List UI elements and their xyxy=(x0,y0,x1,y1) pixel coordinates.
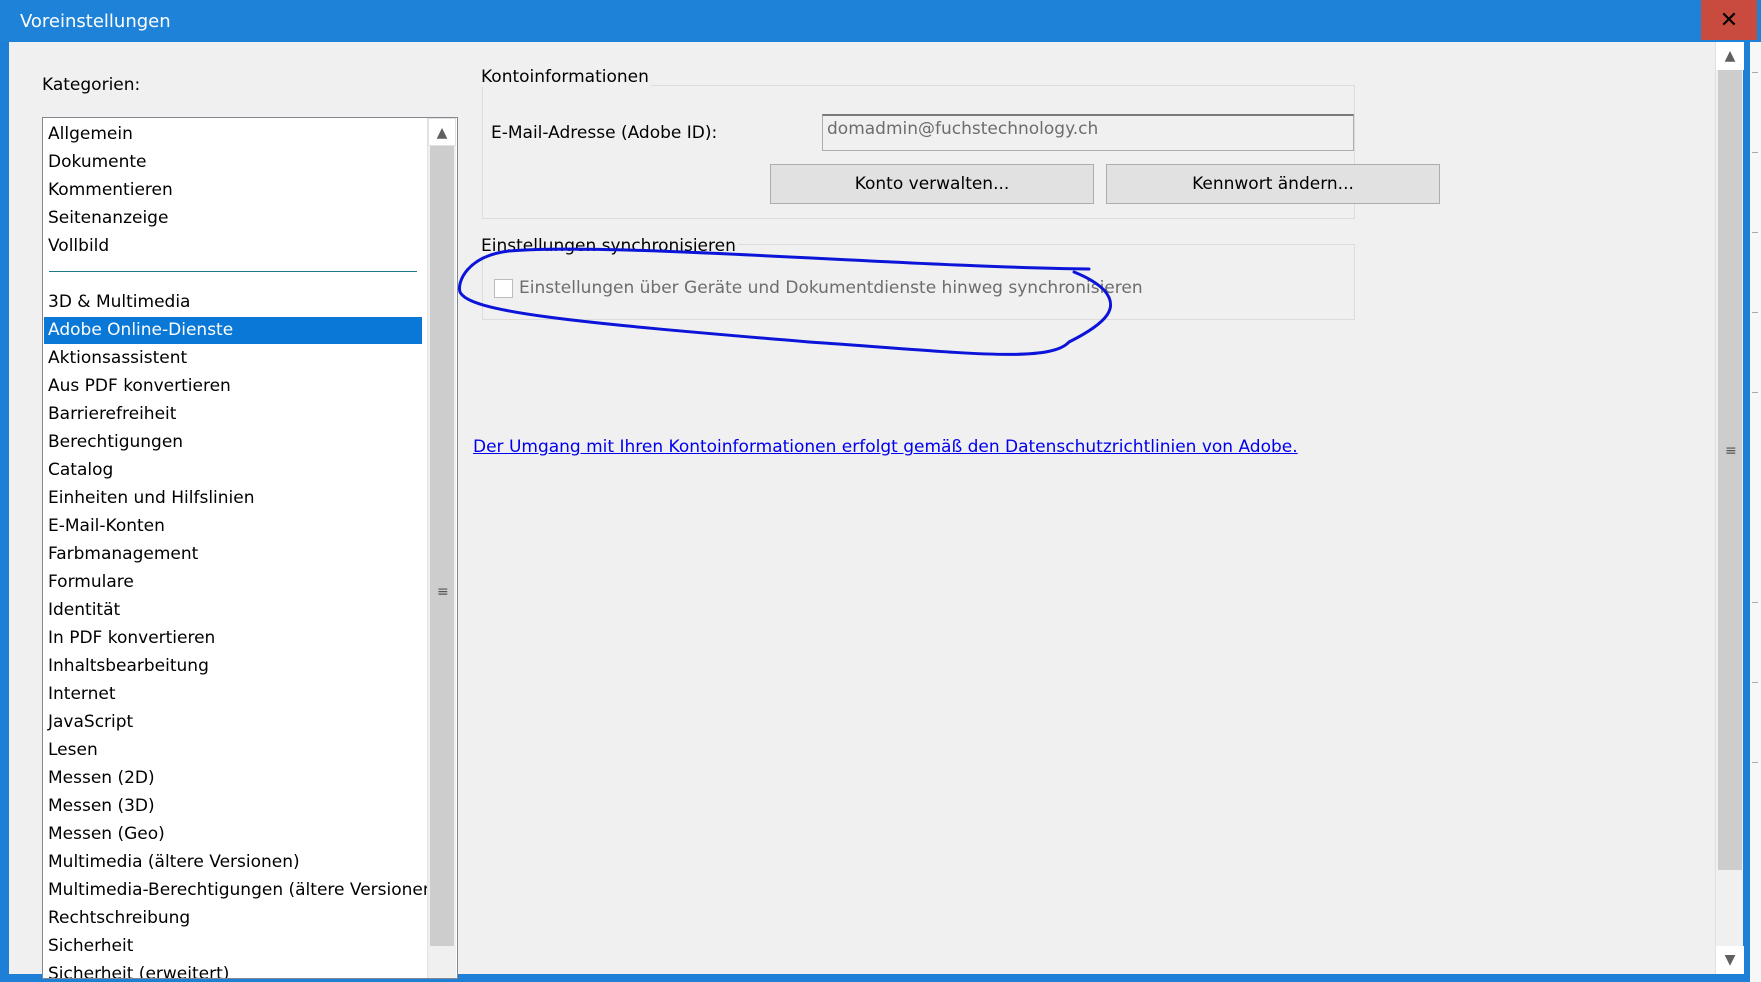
category-item[interactable]: Barrierefreiheit xyxy=(44,401,422,428)
category-item[interactable]: Aus PDF konvertieren xyxy=(44,373,422,400)
category-item[interactable]: Messen (3D) xyxy=(44,793,422,820)
category-item[interactable]: Farbmanagement xyxy=(44,541,422,568)
category-item[interactable]: Multimedia-Berechtigungen (ältere Versio… xyxy=(44,877,440,904)
close-icon: ✕ xyxy=(1719,7,1739,33)
category-item[interactable]: Inhaltsbearbeitung xyxy=(44,653,422,680)
scroll-thumb[interactable] xyxy=(430,146,454,946)
category-item[interactable]: JavaScript xyxy=(44,709,422,736)
category-item[interactable]: Einheiten und Hilfslinien xyxy=(44,485,422,512)
category-item[interactable]: Rechtschreibung xyxy=(44,905,422,932)
category-item[interactable]: Messen (Geo) xyxy=(44,821,422,848)
category-item[interactable]: Formulare xyxy=(44,569,422,596)
category-separator xyxy=(49,271,417,272)
category-item[interactable]: Dokumente xyxy=(44,149,422,176)
category-item[interactable]: Messen (2D) xyxy=(44,765,422,792)
category-item[interactable]: In PDF konvertieren xyxy=(44,625,422,652)
category-item[interactable]: E-Mail-Konten xyxy=(44,513,422,540)
category-item[interactable]: Berechtigungen xyxy=(44,429,422,456)
privacy-policy-link[interactable]: Der Umgang mit Ihren Kontoinformationen … xyxy=(473,437,1298,457)
scroll-up-arrow-icon[interactable]: ▲ xyxy=(428,118,456,146)
category-item[interactable]: 3D & Multimedia xyxy=(44,289,422,316)
email-field: domadmin@fuchstechnology.ch xyxy=(822,114,1354,151)
category-item[interactable]: Vollbild xyxy=(44,233,422,260)
main-scroll-thumb[interactable] xyxy=(1718,70,1742,870)
manage-account-button[interactable]: Konto verwalten... xyxy=(770,164,1094,204)
window-right-edge xyxy=(1750,42,1761,982)
category-item-selected[interactable]: Adobe Online-Dienste xyxy=(44,317,422,344)
email-label: E-Mail-Adresse (Adobe ID): xyxy=(491,123,718,143)
category-item[interactable]: Kommentieren xyxy=(44,177,422,204)
category-item[interactable]: Catalog xyxy=(44,457,422,484)
category-item[interactable]: Allgemein xyxy=(44,121,422,148)
sync-checkbox-label: Einstellungen über Geräte und Dokumentdi… xyxy=(519,278,1143,298)
category-item[interactable]: Multimedia (ältere Versionen) xyxy=(44,849,422,876)
category-item[interactable]: Internet xyxy=(44,681,422,708)
main-scroll-up-arrow-icon[interactable]: ▲ xyxy=(1716,42,1744,70)
change-password-button[interactable]: Kennwort ändern... xyxy=(1106,164,1440,204)
category-item[interactable]: Sicherheit (erweitert) xyxy=(44,961,422,978)
title-bar: Voreinstellungen ✕ xyxy=(0,0,1761,42)
main-scroll-grip-icon: ≡ xyxy=(1725,443,1737,459)
window-title: Voreinstellungen xyxy=(20,11,171,32)
category-item[interactable]: Lesen xyxy=(44,737,422,764)
category-item[interactable]: Seitenanzeige xyxy=(44,205,422,232)
categories-label: Kategorien: xyxy=(42,75,141,95)
main-scrollbar[interactable]: ▲ ≡ ▼ xyxy=(1715,42,1744,974)
sync-checkbox[interactable] xyxy=(494,279,513,298)
category-list[interactable]: Allgemein Dokumente Kommentieren Seitenanze… xyxy=(42,117,458,979)
sync-group-title: Einstellungen synchronisieren xyxy=(479,236,738,256)
scroll-grip-icon: ≡ xyxy=(437,584,449,600)
category-list-scrollbar[interactable]: ▲ ≡ xyxy=(427,118,456,978)
dialog-client-area: Kategorien: Allgemein Dokumente Kommentier… xyxy=(9,42,1744,979)
category-item[interactable]: Identität xyxy=(44,597,422,624)
main-scroll-down-arrow-icon[interactable]: ▼ xyxy=(1716,946,1744,974)
category-item[interactable]: Sicherheit xyxy=(44,933,422,960)
close-button[interactable]: ✕ xyxy=(1701,0,1757,40)
category-item[interactable]: Aktionsassistent xyxy=(44,345,422,372)
account-group-title: Kontoinformationen xyxy=(479,67,651,87)
